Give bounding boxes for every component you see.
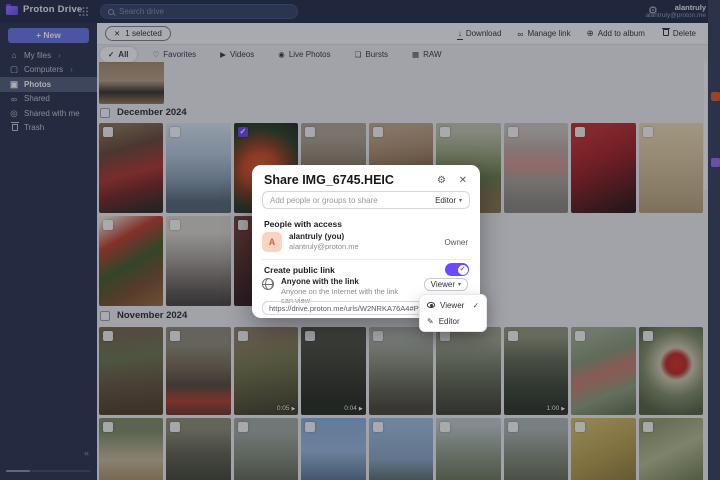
pencil-icon: ✎ [427,317,434,326]
menu-item-viewer[interactable]: Viewer ✓ [420,297,486,313]
owner-name: alantruly (you) [289,232,437,242]
permission-menu: Viewer ✓ ✎ Editor [419,294,487,332]
permission-dropdown-button[interactable]: Viewer ▾ [424,278,468,291]
owner-avatar: A [262,232,282,252]
invite-input-wrap: Editor ▾ [262,191,470,209]
public-link-toggle[interactable]: ✓ [445,263,469,276]
globe-icon [262,278,274,290]
create-public-link-label: Create public link [264,265,335,275]
proton-drive-window: Proton Drive ⚙ alantruly alantruly@proto… [0,0,720,480]
eye-icon [427,302,435,308]
divider [262,259,470,260]
invite-input[interactable] [270,196,431,205]
check-icon: ✓ [473,301,479,310]
invite-role-dropdown[interactable]: Editor ▾ [435,196,462,205]
owner-email: alantruly@proton.me [289,242,437,252]
toggle-knob-check: ✓ [458,265,468,275]
close-icon[interactable]: ✕ [459,175,467,186]
modal-title: Share IMG_6745.HEIC [264,173,394,187]
chevron-down-icon: ▾ [459,197,462,204]
owner-row: A alantruly (you) alantruly@proton.me Ow… [262,231,468,253]
anyone-title: Anyone with the link [281,277,412,286]
chevron-down-icon: ▾ [458,281,461,288]
share-settings-gear-icon[interactable]: ⚙ [437,175,446,186]
people-with-access-header: People with access [264,219,342,229]
owner-role: Owner [444,238,468,247]
menu-item-editor[interactable]: ✎ Editor [420,313,486,329]
